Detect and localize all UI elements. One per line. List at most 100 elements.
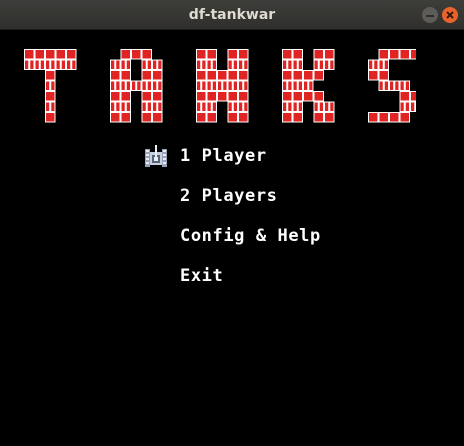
logo-brick bbox=[390, 50, 399, 59]
logo-brick bbox=[153, 113, 162, 122]
logo-brick bbox=[111, 71, 120, 80]
logo-brick bbox=[384, 60, 388, 69]
logo-brick bbox=[46, 60, 50, 69]
logo-brick bbox=[228, 71, 237, 80]
logo-brick bbox=[379, 71, 388, 80]
close-button[interactable] bbox=[442, 7, 458, 23]
logo-brick bbox=[116, 102, 120, 111]
logo-brick bbox=[153, 71, 162, 80]
logo-brick bbox=[126, 102, 130, 111]
logo-brick bbox=[207, 60, 211, 69]
logo-brick bbox=[298, 102, 302, 111]
logo-brick bbox=[283, 102, 287, 111]
logo-brick bbox=[293, 50, 302, 59]
logo-brick bbox=[51, 102, 55, 111]
logo-brick bbox=[325, 113, 334, 122]
logo-brick bbox=[330, 60, 334, 69]
logo-brick bbox=[197, 81, 201, 90]
logo-brick bbox=[298, 60, 302, 69]
logo-brick bbox=[67, 50, 76, 59]
logo-brick bbox=[197, 92, 206, 101]
logo-brick bbox=[325, 50, 334, 59]
logo-brick bbox=[228, 92, 237, 101]
logo-brick bbox=[239, 81, 243, 90]
logo-brick bbox=[293, 102, 297, 111]
logo-brick bbox=[369, 113, 378, 122]
logo-brick bbox=[411, 50, 416, 59]
logo-brick bbox=[239, 92, 248, 101]
logo-brick bbox=[239, 60, 243, 69]
logo-brick bbox=[283, 113, 292, 122]
logo-brick bbox=[61, 60, 65, 69]
logo-brick bbox=[228, 60, 232, 69]
title-bar[interactable]: df-tankwar bbox=[0, 0, 464, 30]
menu-item-1-player[interactable]: 1 Player bbox=[180, 146, 267, 166]
logo-brick bbox=[405, 102, 409, 111]
logo-brick bbox=[153, 81, 157, 90]
logo-brick bbox=[46, 113, 55, 122]
logo-brick bbox=[72, 60, 76, 69]
logo-brick bbox=[142, 113, 151, 122]
logo-brick bbox=[153, 92, 162, 101]
logo-brick bbox=[46, 71, 55, 80]
logo-brick bbox=[158, 81, 162, 90]
logo-brick bbox=[390, 81, 394, 90]
close-icon bbox=[446, 11, 454, 19]
logo-brick bbox=[304, 81, 308, 90]
tanks-logo bbox=[24, 49, 416, 123]
logo-brick bbox=[293, 113, 302, 122]
minimize-button[interactable] bbox=[422, 7, 438, 23]
logo-brick bbox=[46, 50, 55, 59]
logo-brick bbox=[283, 60, 287, 69]
logo-brick bbox=[293, 60, 297, 69]
logo-brick bbox=[228, 50, 237, 59]
logo-brick bbox=[293, 81, 297, 90]
logo-brick bbox=[298, 81, 302, 90]
logo-brick bbox=[142, 92, 151, 101]
tank-cursor-icon bbox=[145, 145, 167, 167]
logo-brick bbox=[116, 81, 120, 90]
logo-brick bbox=[283, 71, 292, 80]
logo-brick bbox=[207, 92, 216, 101]
logo-brick bbox=[330, 102, 334, 111]
logo-brick bbox=[369, 71, 378, 80]
logo-brick bbox=[244, 102, 248, 111]
logo-brick bbox=[395, 81, 399, 90]
menu-item-config-help[interactable]: Config & Help bbox=[180, 226, 321, 246]
menu-item-2-players[interactable]: 2 Players bbox=[180, 186, 278, 206]
logo-brick bbox=[202, 60, 206, 69]
menu-item-exit[interactable]: Exit bbox=[180, 266, 223, 286]
logo-brick bbox=[147, 102, 151, 111]
logo-brick bbox=[153, 102, 157, 111]
logo-brick bbox=[411, 92, 416, 101]
logo-brick bbox=[111, 113, 120, 122]
logo-brick bbox=[379, 60, 383, 69]
logo-brick bbox=[142, 60, 146, 69]
logo-brick bbox=[228, 102, 232, 111]
logo-brick bbox=[25, 50, 34, 59]
logo-brick bbox=[40, 60, 44, 69]
logo-brick bbox=[314, 71, 323, 80]
logo-brick bbox=[207, 81, 211, 90]
logo-brick bbox=[121, 50, 130, 59]
logo-brick bbox=[158, 60, 162, 69]
logo-brick bbox=[126, 60, 130, 69]
logo-brick bbox=[35, 50, 44, 59]
logo-brick bbox=[223, 81, 227, 90]
logo-brick bbox=[207, 71, 216, 80]
logo-brick bbox=[293, 92, 302, 101]
logo-brick bbox=[121, 81, 125, 90]
logo-brick bbox=[142, 71, 151, 80]
logo-brick bbox=[405, 81, 409, 90]
logo-brick bbox=[111, 60, 115, 69]
logo-brick bbox=[400, 102, 404, 111]
logo-brick bbox=[283, 92, 292, 101]
window-title: df-tankwar bbox=[188, 7, 276, 23]
logo-brick bbox=[132, 50, 141, 59]
logo-brick bbox=[218, 81, 222, 90]
logo-brick bbox=[314, 50, 323, 59]
logo-brick bbox=[314, 92, 323, 101]
logo-brick bbox=[293, 71, 302, 80]
logo-brick bbox=[46, 81, 50, 90]
logo-brick bbox=[207, 113, 216, 122]
